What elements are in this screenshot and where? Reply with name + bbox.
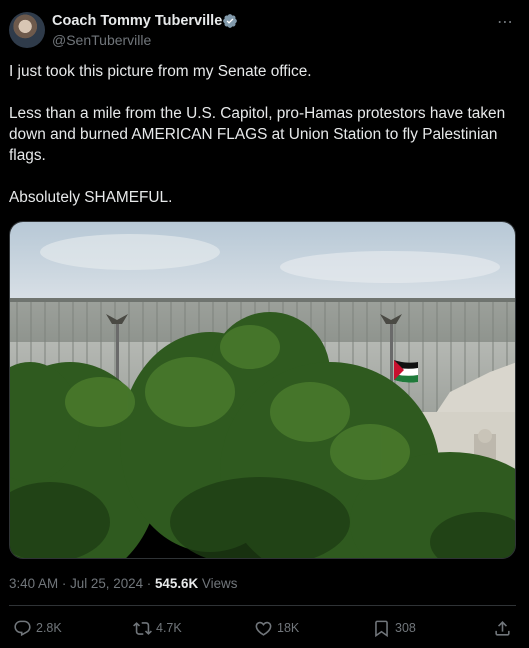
action-bar: 2.8K 4.7K 18K 308 — [9, 617, 516, 639]
more-icon[interactable]: ⋯ — [497, 12, 514, 32]
tweet-meta: 3:40 AM · Jul 25, 2024 · 545.6K Views — [9, 576, 237, 591]
views-count: 545.6K — [154, 576, 199, 591]
repost-button[interactable]: 4.7K — [133, 617, 182, 639]
tweet-header: Coach Tommy Tuberville @SenTuberville ⋯ — [9, 10, 520, 50]
like-count: 18K — [277, 621, 300, 635]
reply-count: 2.8K — [36, 621, 62, 635]
like-button[interactable]: 18K — [254, 617, 299, 639]
share-button[interactable] — [493, 617, 512, 639]
author-name[interactable]: Coach Tommy Tuberville — [52, 13, 222, 29]
bookmark-button[interactable]: 308 — [372, 617, 416, 639]
union-station-photo — [10, 222, 515, 558]
author-handle[interactable]: @SenTuberville — [52, 32, 151, 48]
flag-right — [394, 360, 418, 383]
meta-separator: · — [146, 576, 152, 591]
tweet-text: I just took this picture from my Senate … — [9, 63, 506, 206]
repost-count: 4.7K — [156, 621, 182, 635]
tweet-time[interactable]: 3:40 AM — [9, 576, 58, 591]
verified-badge-icon — [223, 14, 237, 28]
like-icon — [255, 621, 272, 636]
tweet-photo[interactable] — [9, 221, 516, 559]
reply-button[interactable]: 2.8K — [13, 617, 62, 639]
repost-icon — [133, 621, 152, 635]
views-label: Views — [201, 576, 238, 591]
share-icon — [495, 620, 510, 636]
bookmark-icon — [375, 620, 388, 637]
bookmark-count: 308 — [395, 621, 416, 635]
tweet-date[interactable]: Jul 25, 2024 — [70, 576, 143, 591]
avatar[interactable] — [9, 12, 45, 48]
reply-icon — [14, 620, 31, 636]
divider — [9, 605, 516, 606]
meta-separator: · — [61, 576, 67, 591]
